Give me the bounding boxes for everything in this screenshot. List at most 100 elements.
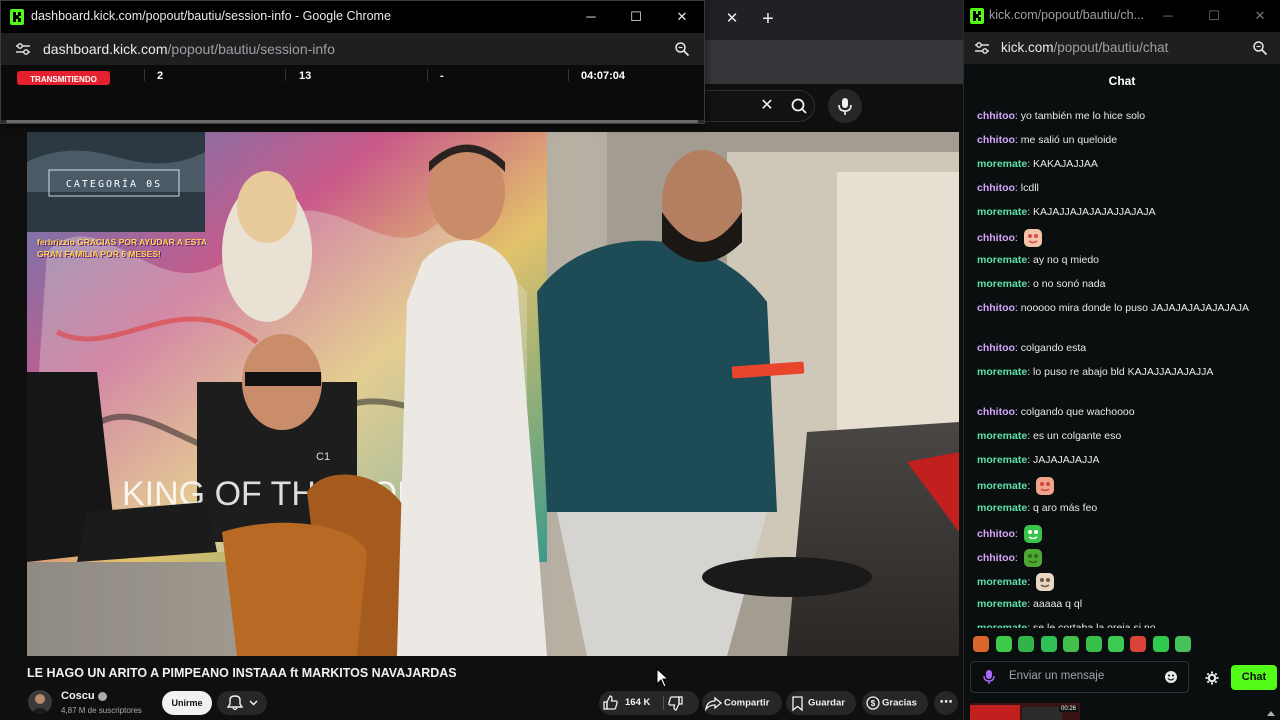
chat-message: moremate: KAJAJJAJAJAJAJJAJAJA [977,204,1273,220]
scrollbar-thumb[interactable] [6,120,698,123]
minimize-button[interactable]: ─ [580,6,602,28]
save-button[interactable]: Guardar [786,691,856,715]
chat-message: moremate: q aro más feo [977,500,1273,516]
video-title: LE HAGO UN ARITO A PIMPEANO INSTAAA ft M… [27,666,457,680]
chat-text: JAJAJAJAJJA [1033,454,1100,466]
chat-username[interactable]: moremate [977,576,1027,588]
chat-title-bar[interactable]: kick.com/popout/bautiu/ch... ─ ☐ ✕ [964,0,1280,32]
join-button[interactable]: Unirme [162,691,212,715]
chat-settings-icon[interactable] [1204,670,1220,686]
chat-message: moremate: aaaaa q ql [977,596,1273,612]
channel-name-text[interactable]: Coscu [61,690,95,702]
emoji-picker-icon[interactable] [1164,670,1178,684]
frog-emote-icon[interactable] [1023,548,1043,568]
chat-message: moremate: o no sonó nada [977,276,1273,292]
emote-button[interactable] [973,636,989,652]
channel-name[interactable]: Coscu [61,690,107,702]
chat-username[interactable]: moremate [977,430,1027,442]
dashboard-window-title: dashboard.kick.com/popout/bautiu/session… [31,9,391,23]
chat-username[interactable]: chhitoo [977,182,1015,194]
chat-username[interactable]: chhitoo [977,110,1015,122]
search-icon[interactable] [783,90,815,122]
frog-eyes-emote-icon[interactable] [1023,524,1043,544]
hand-emote-icon[interactable] [1035,572,1055,592]
pointing-emote-icon[interactable] [1035,476,1055,496]
emote-button[interactable] [996,636,1012,652]
chat-username[interactable]: chhitoo [977,302,1015,314]
chat-username[interactable]: moremate [977,622,1027,628]
emote-button[interactable] [1063,636,1079,652]
chat-username[interactable]: moremate [977,278,1027,290]
maximize-button[interactable]: ☐ [625,6,647,28]
chat-username[interactable]: chhitoo [977,134,1015,146]
dashboard-title-bar[interactable]: dashboard.kick.com/popout/bautiu/session… [1,1,704,33]
chat-window-title: kick.com/popout/bautiu/ch... [989,8,1144,22]
microphone-icon[interactable] [983,669,995,685]
chat-message-list[interactable]: chhitoo: yo también me lo hice solo chhit… [964,98,1280,628]
chat-text: nooooo mira donde lo puso JAJAJAJAJAJAJA… [1020,302,1249,314]
emote-button[interactable] [1041,636,1057,652]
kick-logo-icon [10,9,24,25]
chat-message: chhitoo: [977,548,1273,568]
verified-icon [97,691,107,701]
site-settings-icon[interactable] [15,42,31,56]
thanks-button[interactable]: $ Gracias [862,691,928,715]
maximize-button[interactable]: ☐ [1203,5,1225,27]
chat-username[interactable]: moremate [977,454,1027,466]
chat-text: o no sonó nada [1033,278,1106,290]
dislike-button[interactable] [665,691,695,715]
caret-up-icon[interactable] [1266,705,1276,716]
emote-button[interactable] [1153,636,1169,652]
face-emote-icon[interactable] [1023,228,1043,248]
tab-close-icon[interactable]: ✕ [722,8,742,30]
chat-username[interactable]: moremate [977,366,1027,378]
chat-username[interactable]: chhitoo [977,342,1015,354]
chat-text: se le cortaba la oreja si no [1033,622,1156,628]
chat-username[interactable]: chhitoo [977,406,1015,418]
chat-url[interactable]: kick.com/popout/bautiu/chat [1001,40,1168,55]
chat-username[interactable]: moremate [977,206,1027,218]
chat-username[interactable]: moremate [977,158,1027,170]
dashboard-url[interactable]: dashboard.kick.com/popout/bautiu/session… [43,41,335,57]
chat-username[interactable]: moremate [977,502,1027,514]
new-tab-icon[interactable]: + [757,7,779,31]
chat-text: q aro más feo [1033,502,1098,514]
emote-button[interactable] [1130,636,1146,652]
kick-logo-icon [970,8,984,24]
chat-username[interactable]: moremate [977,254,1027,266]
chat-username[interactable]: moremate [977,480,1027,492]
send-chat-button[interactable]: Chat [1231,665,1277,690]
chat-address-bar[interactable]: kick.com/popout/bautiu/chat [964,32,1280,64]
stream-thumbnail[interactable]: 00:26 [970,703,1080,720]
chat-username[interactable]: moremate [977,598,1027,610]
like-button[interactable]: 164 K [599,691,663,715]
chat-username[interactable]: chhitoo [977,232,1015,244]
channel-avatar[interactable] [28,690,52,714]
close-button[interactable]: ✕ [1249,5,1271,27]
chat-username[interactable]: chhitoo [977,552,1015,564]
close-button[interactable]: ✕ [671,6,693,28]
dashboard-address-bar[interactable]: dashboard.kick.com/popout/bautiu/session… [1,33,704,65]
emote-button[interactable] [1175,636,1191,652]
url-path: /popout/bautiu/chat [1053,40,1169,55]
stat-divider [285,69,286,81]
video-player[interactable]: KING OF THE KON C1 CATEGORÍA 0S ferbrizz… [27,132,959,656]
mouse-cursor-icon [656,667,670,693]
desktop: ✕ + ✕ KING OF THE KON C1 CATEGORÍA 0S fe… [0,0,1280,720]
voice-search-icon[interactable] [828,89,862,123]
zoom-icon[interactable] [1252,40,1268,56]
chat-message: chhitoo: colgando que wachoooo [977,404,1273,420]
more-actions-button[interactable]: ⋯ [934,691,958,715]
minimize-button[interactable]: ─ [1157,5,1179,27]
notification-bell-button[interactable] [217,691,267,715]
site-settings-icon[interactable] [974,41,990,55]
url-path: /popout/bautiu/session-info [167,41,335,57]
emote-button[interactable] [1108,636,1124,652]
emote-button[interactable] [1018,636,1034,652]
emote-button[interactable] [1086,636,1102,652]
zoom-icon[interactable] [674,41,690,57]
chat-username[interactable]: chhitoo [977,528,1015,540]
bookmark-icon [792,696,803,712]
clear-search-icon[interactable]: ✕ [757,94,777,118]
share-button[interactable]: Compartir [702,691,782,715]
